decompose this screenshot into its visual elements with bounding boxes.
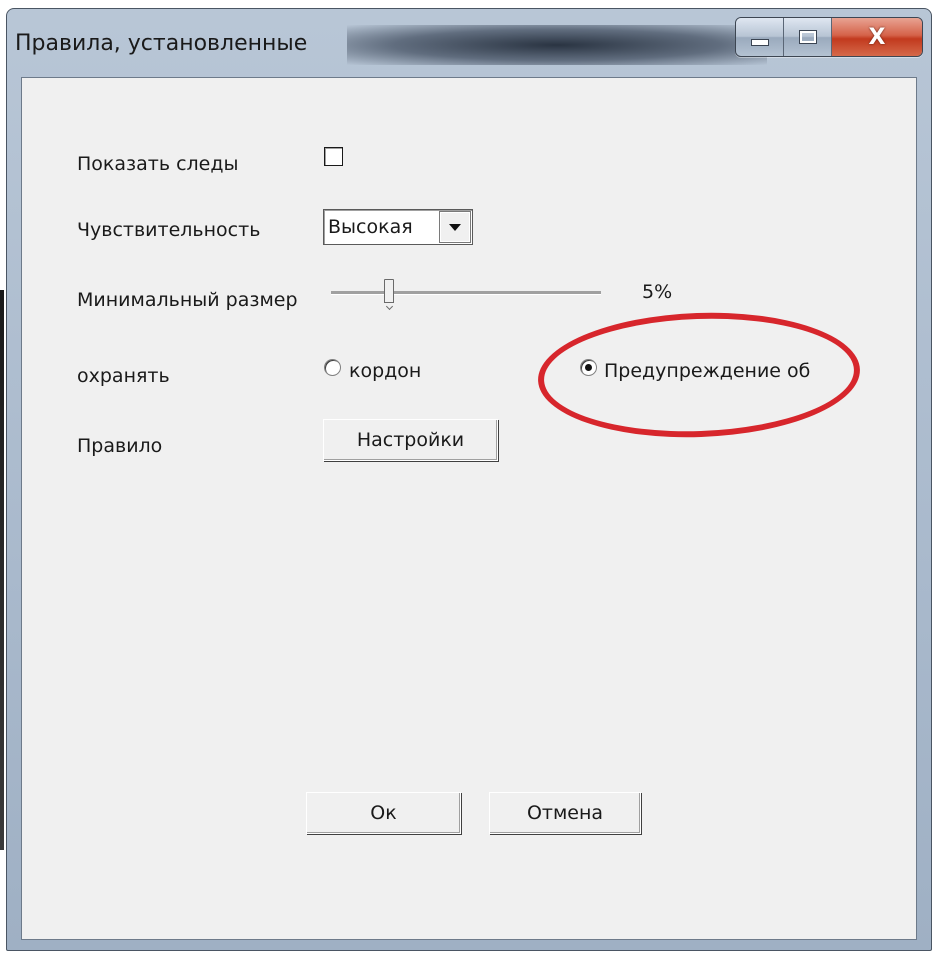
sensitivity-selected-value: Высокая xyxy=(328,216,413,238)
maximize-button[interactable] xyxy=(784,18,832,56)
dialog-body: Показать следы Чувствительность Высокая … xyxy=(21,77,917,940)
min-size-slider[interactable] xyxy=(331,275,601,315)
title-bar[interactable]: Правила, установленные X xyxy=(7,9,931,77)
background-edge xyxy=(0,290,4,850)
minimize-button[interactable] xyxy=(736,18,784,56)
settings-button[interactable]: Настройки xyxy=(323,419,498,461)
window-controls: X xyxy=(735,17,923,57)
dialog-window: Правила, установленные X Показать следы … xyxy=(6,8,932,951)
protect-label: охранять xyxy=(77,365,170,387)
title-bar-glass xyxy=(347,25,767,65)
maximize-icon xyxy=(798,30,817,44)
window-title: Правила, установленные xyxy=(15,31,308,56)
min-size-label: Минимальный размер xyxy=(77,289,298,311)
show-traces-label: Показать следы xyxy=(77,153,239,175)
rule-label: Правило xyxy=(77,435,163,457)
close-icon: X xyxy=(868,24,886,50)
sensitivity-select[interactable]: Высокая xyxy=(323,209,473,245)
ok-button[interactable]: Ок xyxy=(306,792,461,834)
min-size-value: 5% xyxy=(642,281,673,303)
minimize-icon xyxy=(750,38,769,46)
dropdown-arrow-button[interactable] xyxy=(439,211,471,243)
sensitivity-label: Чувствительность xyxy=(77,219,261,241)
radio-cordon-label[interactable]: кордон xyxy=(349,360,421,382)
cancel-button[interactable]: Отмена xyxy=(489,792,641,834)
slider-track[interactable] xyxy=(331,291,601,295)
close-button[interactable]: X xyxy=(832,18,922,56)
show-traces-checkbox[interactable] xyxy=(324,147,343,166)
slider-thumb[interactable] xyxy=(384,279,394,303)
radio-cordon[interactable] xyxy=(324,359,341,376)
chevron-down-icon xyxy=(449,223,461,231)
